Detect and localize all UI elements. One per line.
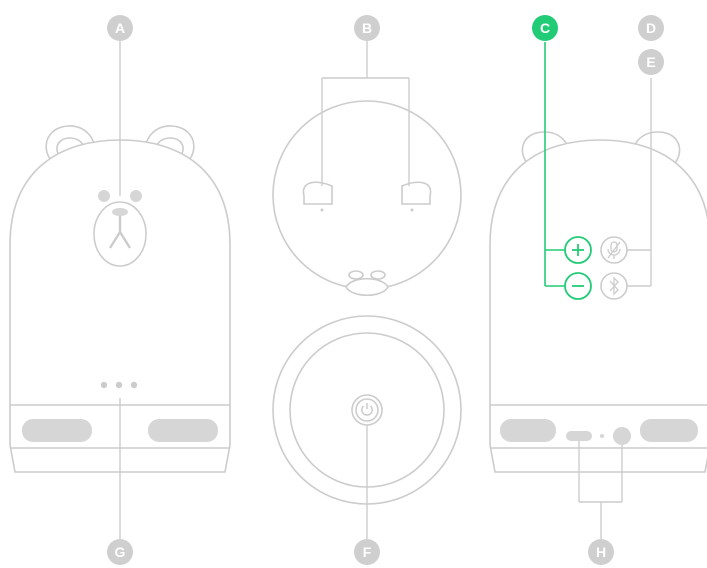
speaker-diagram: A B C D E G F H (0, 0, 707, 568)
aux-port (613, 427, 631, 445)
back-right-foot (640, 419, 698, 442)
svg-text:G: G (115, 544, 126, 560)
badge-h: H (588, 539, 614, 565)
port-dot (600, 434, 604, 438)
badge-b: B (354, 15, 380, 41)
svg-text:E: E (646, 54, 655, 70)
front-right-foot (148, 419, 218, 442)
usb-port (566, 431, 592, 441)
volume-up-button[interactable] (564, 236, 592, 264)
top-view (272, 100, 462, 297)
top-head-outline (272, 100, 462, 290)
diagram-canvas: A B C D E G F H (9, 15, 707, 565)
svg-text:B: B (362, 20, 372, 36)
svg-text:A: A (115, 20, 125, 36)
volume-down-button[interactable] (564, 272, 592, 300)
badge-f: F (354, 539, 380, 565)
badge-g: G (107, 539, 133, 565)
led-indicator (100, 381, 138, 389)
badge-e: E (638, 49, 664, 75)
badge-d: D (638, 15, 664, 41)
badge-a: A (107, 15, 133, 41)
back-view (489, 131, 707, 473)
svg-text:H: H (596, 544, 606, 560)
back-left-foot (500, 419, 556, 442)
badge-c: C (532, 15, 558, 41)
svg-text:D: D (646, 20, 656, 36)
svg-text:C: C (540, 20, 550, 36)
front-left-foot (22, 419, 92, 442)
svg-text:F: F (363, 544, 372, 560)
